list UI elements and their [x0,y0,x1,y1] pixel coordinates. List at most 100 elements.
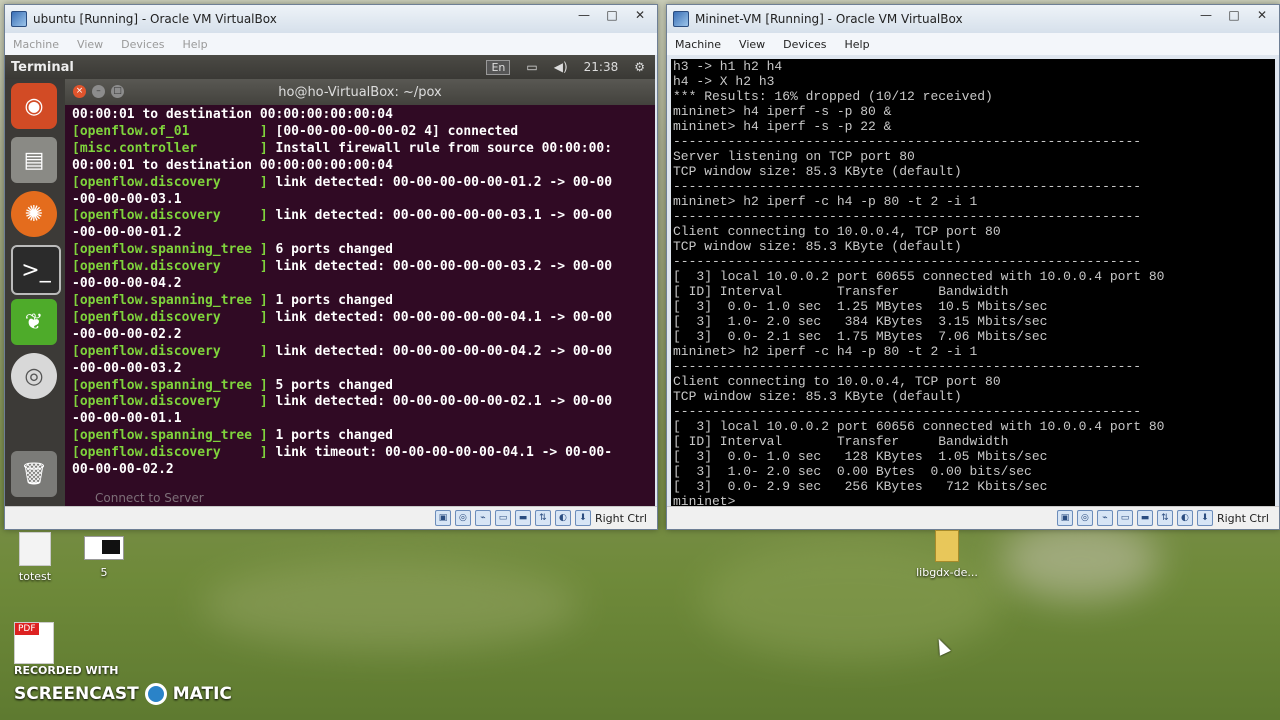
ubuntu-guest-screen[interactable]: Terminal En ▭ ◀) 21:38 ⚙ ◉ ▤ ✺ >_ ❦ ◎ 🗑 … [5,55,655,509]
terminal-close-button[interactable]: × [73,85,86,98]
host-key-icon[interactable]: ⬇ [1196,510,1213,526]
host-key-icon[interactable]: ⬇ [574,510,591,526]
leaf-icon[interactable]: ❦ [11,299,57,345]
log-text: -00-00-00-04.2 [72,276,182,292]
terminal-line: [openflow.discovery ] link timeout: 00-0… [72,445,655,462]
power-icon[interactable]: ⚙ [634,60,645,74]
terminal-minimize-button[interactable]: – [92,85,105,98]
optical-icon[interactable]: ◎ [454,510,471,526]
console-line: ----------------------------------------… [673,359,1142,374]
console-line: Client connecting to 10.0.0.4, TCP port … [673,374,1001,389]
optical-icon[interactable]: ◎ [1076,510,1093,526]
terminal-line: [openflow.spanning_tree ] 1 ports change… [72,293,655,310]
menu-view[interactable]: View [77,38,103,51]
desktop-icon-totest[interactable]: totest [14,532,56,583]
pdf-badge: PDF [15,623,39,635]
log-tag: [openflow.discovery ] [72,174,268,190]
terminal-window[interactable]: × – □ ho@ho-VirtualBox: ~/pox 00:00:01 t… [65,79,655,509]
console-line: [ 3] 1.0- 2.0 sec 0.00 Bytes 0.00 bits/s… [673,464,1032,479]
terminal-line: 00-00-00-02.2 [72,462,655,479]
shared-folder-icon[interactable]: ▭ [1116,510,1133,526]
file-icon [19,532,51,566]
keyboard-indicator[interactable]: En [486,59,511,75]
terminal-line: [openflow.discovery ] link detected: 00-… [72,175,655,192]
clock[interactable]: 21:38 [584,60,619,74]
terminal-line: [openflow.discovery ] link detected: 00-… [72,259,655,276]
shared-folder-icon[interactable]: ▭ [494,510,511,526]
desktop-icon-label: libgdx-de... [916,566,978,579]
mouse-integration-icon[interactable]: ◐ [1176,510,1193,526]
usb-icon[interactable]: ⌁ [1096,510,1113,526]
menu-devices[interactable]: Devices [783,38,826,51]
volume-icon[interactable]: ◀) [554,60,568,74]
menu-help[interactable]: Help [183,38,208,51]
log-text: 00:00:01 to destination 00:00:00:00:00:0… [72,107,393,122]
disc-icon[interactable]: ◎ [11,353,57,399]
desktop-icon-pdf[interactable]: PDF [14,622,58,664]
log-text: 1 ports changed [267,292,393,308]
image-file-icon [84,536,124,560]
menu-help[interactable]: Help [845,38,870,51]
hdd-icon[interactable]: ▣ [434,510,451,526]
maximize-button[interactable]: □ [599,7,625,25]
terminal-line: -00-00-00-03.1 [72,192,655,209]
terminal-line: [misc.controller ] Install firewall rule… [72,141,655,158]
display-icon[interactable]: ▬ [514,510,531,526]
screencast-watermark: RECORDED WITH SCREENCAST MATIC [14,664,232,705]
minimize-button[interactable]: — [1193,7,1219,25]
close-button[interactable]: ✕ [1249,7,1275,25]
log-text: link detected: 00-00-00-00-00-03.2 -> 00… [267,259,613,275]
display-icon[interactable]: ▬ [1136,510,1153,526]
trash-icon[interactable]: 🗑 [11,451,57,497]
ubuntu-icon[interactable]: ◉ [11,83,57,129]
desktop-icon-libgdx[interactable]: libgdx-de... [912,530,982,579]
battery-icon[interactable]: ▭ [526,60,537,74]
terminal-line: -00-00-00-04.2 [72,276,655,293]
console-line: [ 3] local 10.0.0.2 port 60655 connected… [673,269,1165,284]
menu-machine[interactable]: Machine [675,38,721,51]
log-text: -00-00-00-01.1 [72,411,182,427]
log-text: 00-00-00-02.2 [72,462,174,478]
terminal-maximize-button[interactable]: □ [111,85,124,98]
window-titlebar[interactable]: ubuntu [Running] - Oracle VM VirtualBox … [5,5,657,33]
terminal-line: 00:00:01 to destination 00:00:00:00:00:0… [72,158,655,175]
log-tag: [openflow.spanning_tree ] [72,292,268,308]
screencast-logo-icon [144,683,167,705]
mininet-console[interactable]: h3 -> h1 h2 h4 h4 -> X h2 h3 *** Results: … [671,59,1275,509]
terminal-line: -00-00-00-03.2 [72,361,655,378]
console-line: mininet> h4 iperf -s -p 80 & [673,104,892,119]
maximize-button[interactable]: □ [1221,7,1247,25]
vbox-menubar: Machine View Devices Help [5,33,657,55]
usb-icon[interactable]: ⌁ [474,510,491,526]
log-tag: [openflow.discovery ] [72,445,268,461]
terminal-icon[interactable]: >_ [11,245,61,295]
connect-to-server-ghost: Connect to Server [95,491,204,505]
menu-view[interactable]: View [739,38,765,51]
ubuntu-top-panel: Terminal En ▭ ◀) 21:38 ⚙ [5,55,655,79]
network-icon[interactable]: ⇅ [1156,510,1173,526]
log-text: link detected: 00-00-00-00-00-04.1 -> 00… [267,309,613,325]
host-key-label: Right Ctrl [1216,511,1269,525]
firefox-icon[interactable]: ✺ [11,191,57,237]
window-title: ubuntu [Running] - Oracle VM VirtualBox [33,12,277,26]
hdd-icon[interactable]: ▣ [1056,510,1073,526]
terminal-line: [openflow.spanning_tree ] 6 ports change… [72,242,655,259]
network-icon[interactable]: ⇅ [534,510,551,526]
files-icon[interactable]: ▤ [11,137,57,183]
log-tag: [openflow.spanning_tree ] [72,428,268,444]
desktop-icon-5[interactable]: 5 [82,536,126,579]
terminal-output[interactable]: 00:00:01 to destination 00:00:00:00:00:0… [65,105,655,479]
console-line: [ 3] 0.0- 1.0 sec 128 KBytes 1.05 Mbits/… [673,449,1048,464]
log-text: 5 ports changed [267,377,393,393]
mouse-integration-icon[interactable]: ◐ [554,510,571,526]
log-tag: [misc.controller ] [72,140,268,156]
minimize-button[interactable]: — [571,7,597,25]
close-button[interactable]: ✕ [627,7,653,25]
mininet-vbox-window: Mininet-VM [Running] - Oracle VM Virtual… [666,4,1280,530]
menu-machine[interactable]: Machine [13,38,59,51]
console-line: h4 -> X h2 h3 [673,74,775,89]
menu-devices[interactable]: Devices [121,38,164,51]
window-titlebar[interactable]: Mininet-VM [Running] - Oracle VM Virtual… [667,5,1279,33]
log-text: link detected: 00-00-00-00-00-03.1 -> 00… [267,208,613,224]
terminal-titlebar[interactable]: × – □ ho@ho-VirtualBox: ~/pox [65,79,655,105]
